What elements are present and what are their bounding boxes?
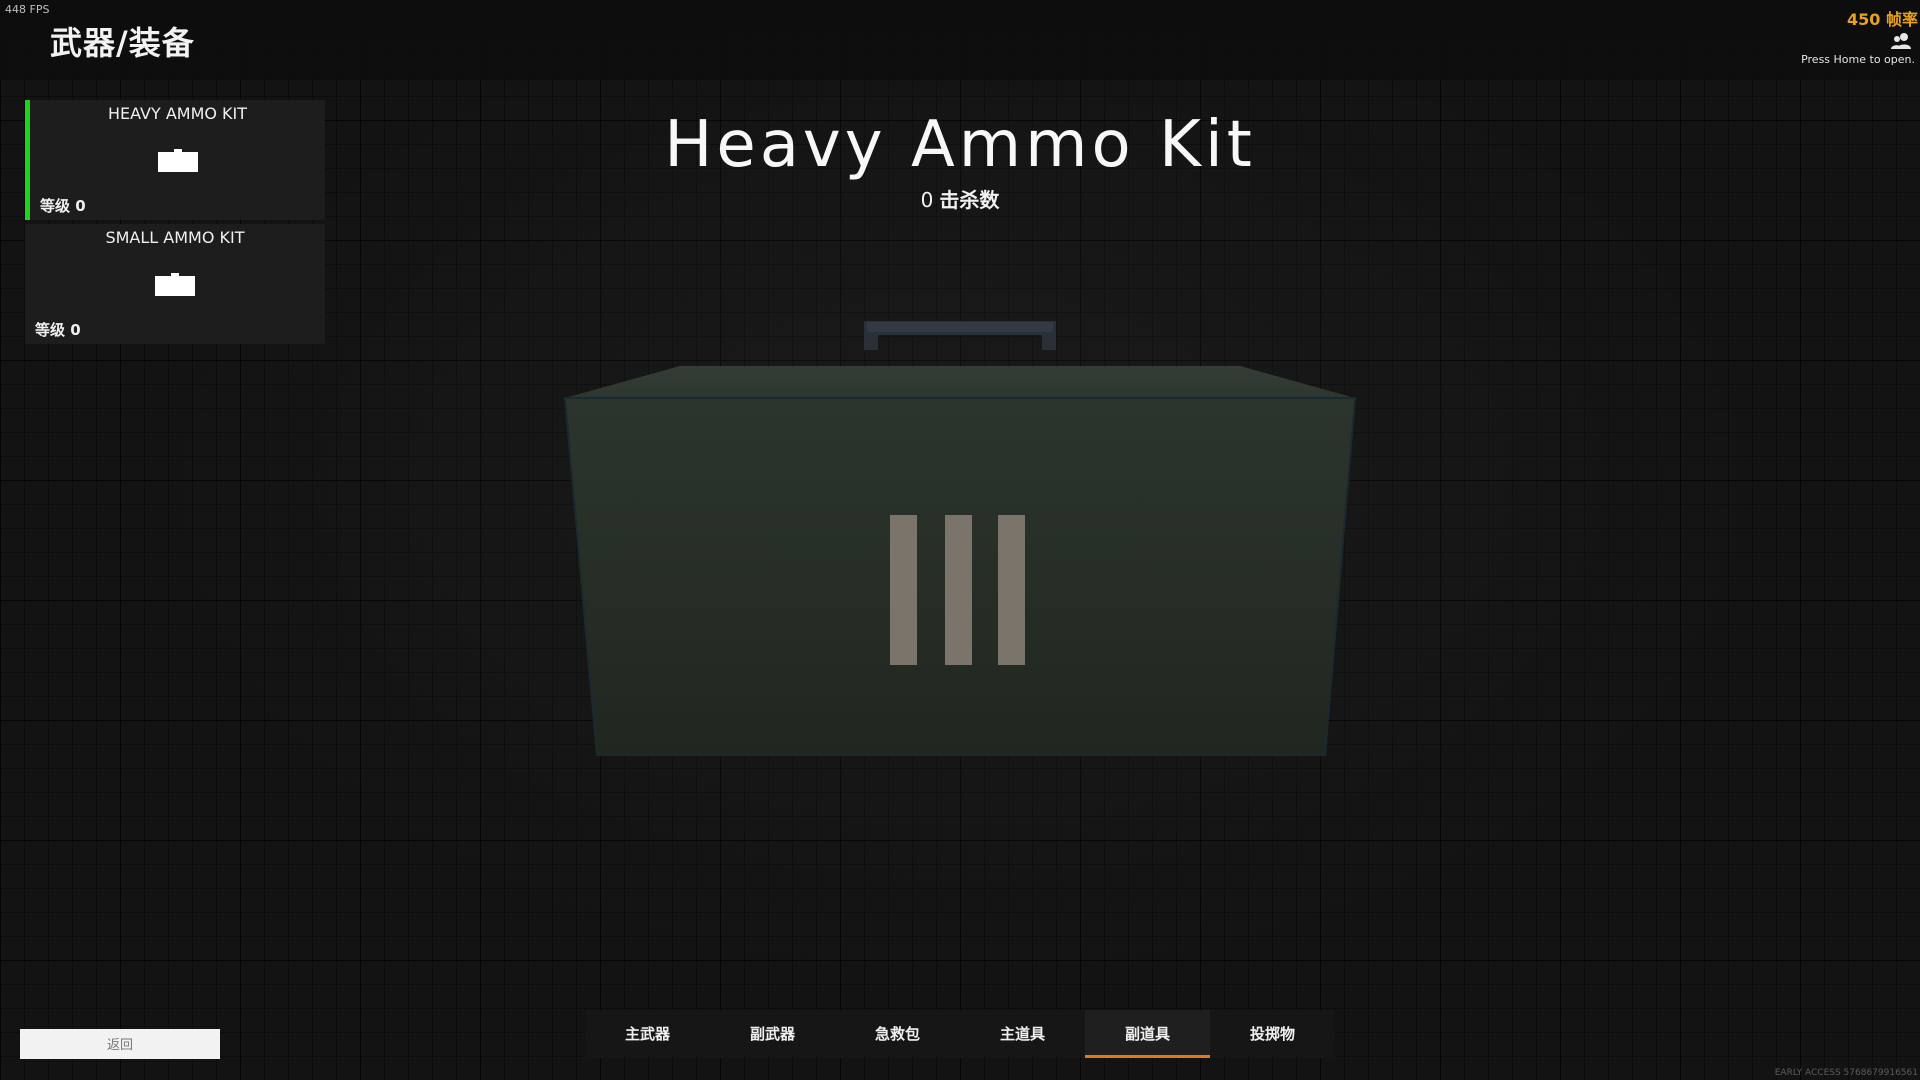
fps-counter: 448 FPS xyxy=(5,3,50,16)
fps-counter-localized: 450 帧率 xyxy=(1847,10,1918,29)
item-title: Heavy Ammo Kit xyxy=(664,108,1256,182)
item-level: 等级 0 xyxy=(35,321,81,339)
top-bar xyxy=(0,0,1920,80)
tab-secondary-gadget[interactable]: 副道具 xyxy=(1085,1010,1210,1058)
kills-label: 击杀数 xyxy=(939,188,1000,212)
kills-value: 0 xyxy=(920,188,934,212)
ammo-box-icon xyxy=(155,273,195,296)
tab-throwable[interactable]: 投掷物 xyxy=(1210,1010,1335,1058)
game-screen: 448 FPS 武器/装备 450 帧率 Press Home to open.… xyxy=(0,0,1920,1080)
back-button[interactable]: 返回 xyxy=(20,1029,220,1059)
tab-secondary-weapon[interactable]: 副武器 xyxy=(710,1010,835,1058)
ammo-box-model[interactable] xyxy=(555,320,1365,760)
friends-hint: Press Home to open. xyxy=(1801,53,1915,66)
tab-primary-weapon[interactable]: 主武器 xyxy=(585,1010,710,1058)
build-label: EARLY ACCESS 5768679916561 xyxy=(1774,1068,1918,1078)
item-name: SMALL AMMO KIT xyxy=(105,228,245,247)
item-card-small-ammo-kit[interactable]: SMALL AMMO KIT 等级 0 xyxy=(25,224,325,344)
friends-icon[interactable] xyxy=(1890,32,1912,50)
tab-medkit[interactable]: 急救包 xyxy=(835,1010,960,1058)
kills-stat: 0 击杀数 xyxy=(0,184,1920,213)
tab-primary-gadget[interactable]: 主道具 xyxy=(960,1010,1085,1058)
page-title: 武器/装备 xyxy=(50,24,195,62)
category-tabs: 主武器 副武器 急救包 主道具 副道具 投掷物 xyxy=(585,1010,1335,1060)
